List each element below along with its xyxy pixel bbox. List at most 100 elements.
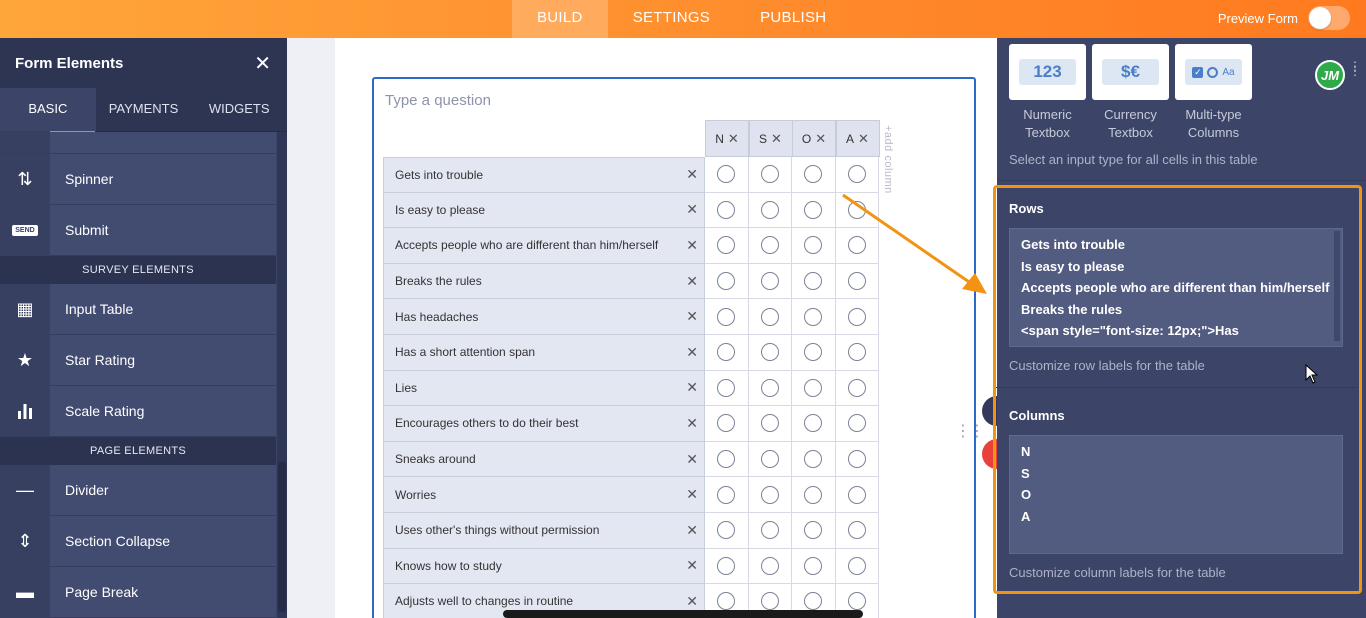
radio-button[interactable] — [760, 200, 779, 219]
remove-column-icon[interactable]: ✕ — [815, 131, 826, 147]
radio-button[interactable] — [760, 450, 779, 469]
radio-button[interactable] — [804, 556, 823, 575]
radio-button[interactable] — [847, 343, 866, 362]
radio-button[interactable] — [847, 307, 866, 326]
remove-row-icon[interactable]: ✕ — [686, 451, 698, 468]
radio-button[interactable] — [717, 450, 736, 469]
radio-button[interactable] — [760, 592, 779, 611]
radio-button[interactable] — [804, 485, 823, 504]
radio-button[interactable] — [717, 200, 736, 219]
remove-row-icon[interactable]: ✕ — [686, 593, 698, 610]
sidebar-item-divider[interactable]: — Divider — [0, 464, 276, 516]
sidebar-item-spinner[interactable]: ⇅ Spinner — [0, 153, 276, 205]
radio-button[interactable] — [847, 414, 866, 433]
horizontal-scrollbar[interactable] — [503, 610, 863, 618]
radio-button[interactable] — [804, 236, 823, 255]
remove-row-icon[interactable]: ✕ — [686, 344, 698, 361]
remove-row-icon[interactable]: ✕ — [686, 379, 698, 396]
multi-type-card[interactable]: ✓ Aa — [1175, 44, 1252, 100]
remove-row-icon[interactable]: ✕ — [686, 486, 698, 503]
radio-button[interactable] — [717, 414, 736, 433]
radio-button[interactable] — [847, 556, 866, 575]
sidebar-scrollbar[interactable] — [277, 132, 287, 618]
radio-button[interactable] — [760, 272, 779, 291]
radio-button[interactable] — [717, 485, 736, 504]
remove-row-icon[interactable]: ✕ — [686, 273, 698, 290]
remove-row-icon[interactable]: ✕ — [686, 201, 698, 218]
radio-button[interactable] — [717, 521, 736, 540]
radio-button[interactable] — [847, 592, 866, 611]
remove-row-icon[interactable]: ✕ — [686, 237, 698, 254]
row-label[interactable]: Worries ✕ — [383, 477, 705, 513]
user-avatar[interactable]: JM — [1315, 60, 1345, 90]
radio-button[interactable] — [760, 236, 779, 255]
remove-row-icon[interactable]: ✕ — [686, 522, 698, 539]
remove-row-icon[interactable]: ✕ — [686, 308, 698, 325]
radio-button[interactable] — [804, 521, 823, 540]
row-label[interactable]: Accepts people who are different than hi… — [383, 228, 705, 264]
remove-column-icon[interactable]: ✕ — [858, 131, 869, 147]
row-label[interactable]: Breaks the rules ✕ — [383, 263, 705, 300]
radio-button[interactable] — [847, 200, 866, 219]
radio-button[interactable] — [760, 556, 779, 575]
radio-button[interactable] — [717, 272, 736, 291]
radio-button[interactable] — [760, 378, 779, 397]
radio-button[interactable] — [804, 592, 823, 611]
radio-button[interactable] — [717, 592, 736, 611]
numeric-card[interactable]: 123 — [1009, 44, 1086, 100]
radio-button[interactable] — [804, 307, 823, 326]
sidebar-item-submit[interactable]: SEND Submit — [0, 204, 276, 256]
radio-button[interactable] — [804, 378, 823, 397]
remove-row-icon[interactable]: ✕ — [686, 557, 698, 574]
tab-publish[interactable]: PUBLISH — [735, 0, 851, 38]
preview-form-toggle[interactable] — [1308, 6, 1350, 30]
radio-button[interactable] — [717, 307, 736, 326]
input-type-numeric[interactable]: 123 Numeric Textbox — [1009, 44, 1086, 142]
sidebar-item-scale-rating[interactable]: Scale Rating — [0, 385, 276, 437]
tab-build[interactable]: BUILD — [512, 0, 608, 38]
row-label[interactable]: Is easy to please ✕ — [383, 192, 705, 229]
tab-basic[interactable]: BASIC — [0, 88, 96, 134]
tab-settings[interactable]: SETTINGS — [608, 0, 735, 38]
radio-button[interactable] — [847, 165, 866, 184]
radio-button[interactable] — [760, 521, 779, 540]
more-options-icon[interactable]: ⋮ ⋮ — [1349, 60, 1361, 77]
question-title[interactable]: Type a question — [385, 92, 491, 109]
row-label[interactable]: Has a short attention span ✕ — [383, 334, 705, 371]
radio-button[interactable] — [804, 414, 823, 433]
drag-handle-icon[interactable]: ⋮⋮ — [955, 424, 985, 440]
sidebar-item-partial[interactable] — [0, 131, 276, 154]
remove-row-icon[interactable]: ✕ — [686, 166, 698, 183]
radio-button[interactable] — [760, 485, 779, 504]
row-label[interactable]: Has headaches ✕ — [383, 299, 705, 335]
input-type-currency[interactable]: $€ Currency Textbox — [1092, 44, 1169, 142]
radio-button[interactable] — [760, 165, 779, 184]
currency-card[interactable]: $€ — [1092, 44, 1169, 100]
radio-button[interactable] — [847, 485, 866, 504]
remove-row-icon[interactable]: ✕ — [686, 415, 698, 432]
radio-button[interactable] — [717, 556, 736, 575]
sidebar-item-input-table[interactable]: ▦ Input Table — [0, 283, 276, 335]
radio-button[interactable] — [760, 343, 779, 362]
row-label[interactable]: Uses other's things without permission ✕ — [383, 512, 705, 549]
row-label[interactable]: Sneaks around ✕ — [383, 441, 705, 478]
sidebar-item-star-rating[interactable]: ★ Star Rating — [0, 334, 276, 386]
close-icon[interactable]: ✕ — [254, 51, 271, 76]
column-header[interactable]: A ✕ — [835, 120, 880, 157]
input-table-question[interactable]: Type a question N ✕ S ✕ O ✕ A ✕ +add column Get… — [372, 77, 976, 618]
radio-button[interactable] — [717, 165, 736, 184]
column-header[interactable]: N ✕ — [705, 120, 749, 157]
radio-button[interactable] — [804, 343, 823, 362]
row-label[interactable]: Gets into trouble ✕ — [383, 157, 705, 193]
radio-button[interactable] — [717, 378, 736, 397]
remove-column-icon[interactable]: ✕ — [728, 131, 739, 147]
tab-widgets[interactable]: WIDGETS — [191, 88, 287, 131]
radio-button[interactable] — [847, 272, 866, 291]
radio-button[interactable] — [804, 200, 823, 219]
row-label[interactable]: Encourages others to do their best ✕ — [383, 406, 705, 442]
sidebar-item-page-break[interactable]: ▬ Page Break — [0, 566, 276, 618]
radio-button[interactable] — [847, 378, 866, 397]
input-type-multi[interactable]: ✓ Aa Multi-type Columns — [1175, 44, 1252, 142]
radio-button[interactable] — [717, 236, 736, 255]
radio-button[interactable] — [760, 414, 779, 433]
